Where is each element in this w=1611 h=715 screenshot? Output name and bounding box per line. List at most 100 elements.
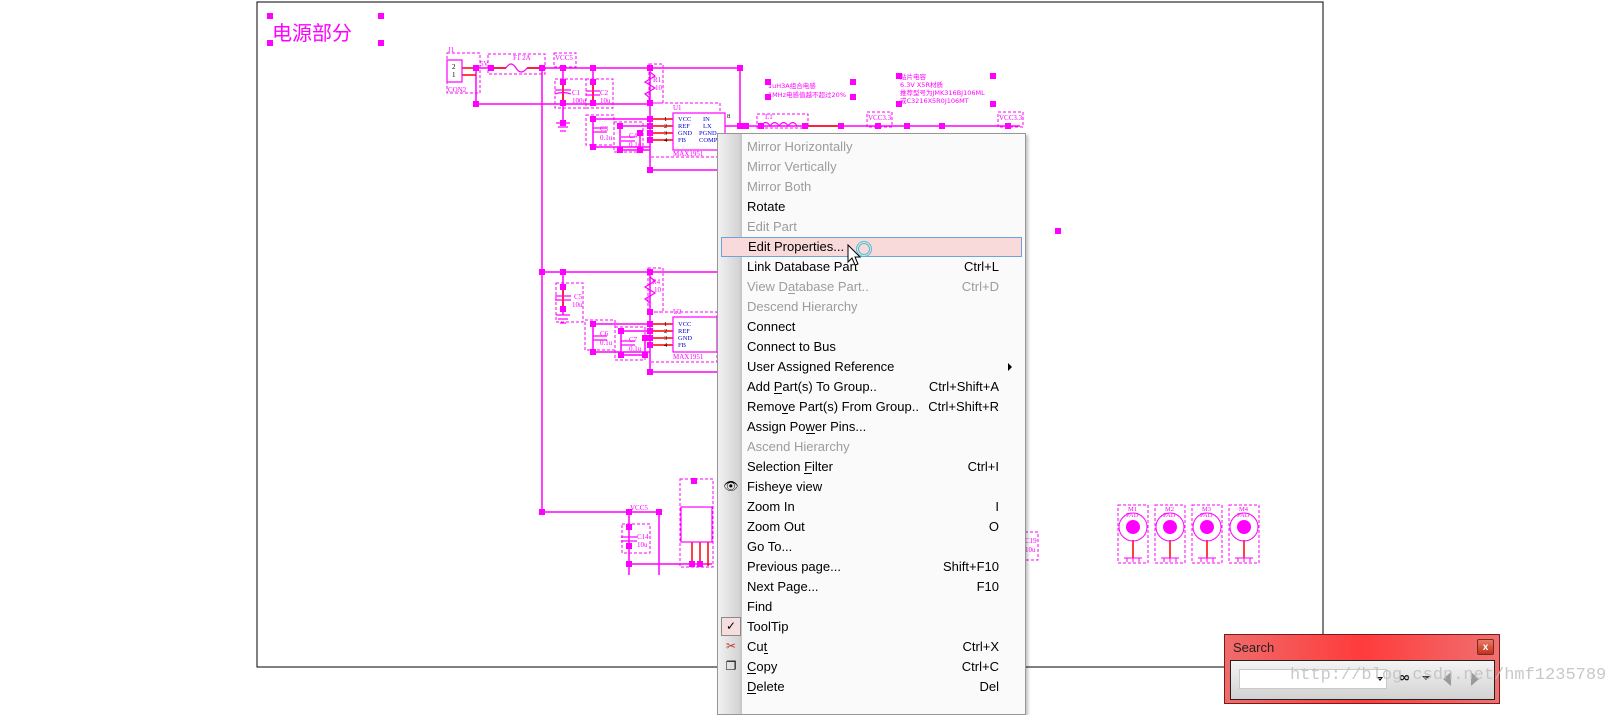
menu-item-user-assigned-reference[interactable]: User Assigned Reference (721, 357, 1022, 377)
vcc33-label-2: VCC3.3 (999, 114, 1023, 122)
junction-node (939, 123, 945, 129)
menu-item-copy[interactable]: ❐ Copy Ctrl+C (721, 657, 1022, 677)
c4-ref: C4 (629, 132, 638, 140)
capacitor-note-line4[interactable]: 或C3216X5R0J106MT (900, 96, 969, 105)
menu-item-descend-hierarchy[interactable]: Descend Hierarchy (721, 297, 1022, 317)
section-title[interactable]: 电源部分 (272, 21, 352, 45)
menu-item-ascend-hierarchy[interactable]: Ascend Hierarchy (721, 437, 1022, 457)
vcc5-label: VCC5 (555, 54, 573, 62)
mnemonic-underline (773, 393, 783, 394)
menu-item-add-part-s-to-group[interactable]: Add Part(s) To Group.. Ctrl+Shift+A (721, 377, 1022, 397)
scissors-icon: ✂ (725, 639, 737, 653)
junction-node (737, 65, 743, 71)
menu-item-cut[interactable]: ✂ Cut Ctrl+X (721, 637, 1022, 657)
menu-item-selection-filter[interactable]: Selection Filter Ctrl+I (721, 457, 1022, 477)
menu-item-shortcut: Ctrl+L (963, 259, 999, 274)
junction-node (560, 79, 566, 85)
menu-item-connect[interactable]: Connect (721, 317, 1022, 337)
junction-node (697, 561, 703, 567)
close-button[interactable]: x (1477, 639, 1494, 655)
junction-node (539, 269, 545, 275)
u1-pin-in: IN (703, 116, 710, 123)
capacitor-note-line2[interactable]: 6.3V X5R材质 (900, 80, 943, 89)
menu-item-delete[interactable]: Delete Del (721, 677, 1022, 697)
menu-item-view-database-part[interactable]: View Database Part.. Ctrl+D (721, 277, 1022, 297)
junction-node (647, 116, 653, 122)
c14-value: 10u (637, 541, 648, 549)
mnemonic-underline (804, 473, 813, 474)
menu-item-go-to[interactable]: Go To... (721, 537, 1022, 557)
junction-node (618, 352, 624, 358)
inductor-note-line2[interactable]: 1MHz电感值越不超过20% (768, 90, 846, 99)
menu-item-mirror-horizontally[interactable]: Mirror Horizontally (721, 137, 1022, 157)
menu-item-label: Zoom Out (747, 519, 805, 534)
junction-node (617, 123, 623, 129)
mnemonic-underline (747, 673, 757, 674)
menu-item-assign-power-pins[interactable]: Assign Power Pins... (721, 417, 1022, 437)
junction-node (473, 101, 479, 107)
net-5v: 5V (480, 60, 489, 68)
r1-ref: R1 (653, 76, 662, 84)
j1-ref: J1 (448, 46, 455, 54)
menu-item-shortcut: Ctrl+I (967, 459, 999, 474)
u1-pin-gnd: GND (678, 130, 692, 137)
menu-item-label: Next Page... (747, 579, 819, 594)
menu-item-edit-part[interactable]: Edit Part (721, 217, 1022, 237)
c1-value: 100u (572, 97, 587, 105)
junction-node (656, 509, 662, 515)
menu-item-shortcut: I (995, 499, 999, 514)
l1-ref: L1 (765, 113, 773, 121)
u1-ref: U1 (673, 104, 682, 112)
junction-node (642, 352, 648, 358)
junction-node (473, 65, 479, 71)
menu-item-zoom-in[interactable]: Zoom In I (721, 497, 1022, 517)
capacitor-note-line1[interactable]: 贴片电容 (900, 72, 927, 81)
u1-pin-fb: FB (678, 137, 687, 144)
u2-ref: U2 (673, 308, 682, 316)
u1-pin-num-2: 2 (664, 123, 667, 130)
menu-item-rotate[interactable]: Rotate (721, 197, 1022, 217)
menu-item-zoom-out[interactable]: Zoom Out O (721, 517, 1022, 537)
junction-node (1005, 123, 1011, 129)
c2-value: 10u (600, 97, 611, 105)
mnemonic-underline (747, 693, 757, 694)
junction-node (647, 369, 653, 375)
checkmark-icon: ✓ (721, 617, 741, 636)
u1-part: MAX1951 (673, 150, 704, 158)
junction-node (802, 123, 808, 129)
capacitor-note-line3[interactable]: 推荐型号为JMK316BJ106ML (900, 88, 985, 97)
menu-item-fisheye-view[interactable]: 👁 Fisheye view (721, 477, 1022, 497)
junction-node (691, 478, 697, 484)
menu-item-label: Descend Hierarchy (747, 299, 858, 314)
junction-node (647, 65, 653, 71)
menu-item-label: Selection Filter (747, 459, 833, 474)
menu-item-connect-to-bus[interactable]: Connect to Bus (721, 337, 1022, 357)
u2-part: MAX1951 (673, 353, 704, 361)
c1-ref: C1 (572, 89, 581, 97)
junction-node (904, 123, 910, 129)
junction-node (647, 269, 653, 275)
pad-label: PAD (1200, 512, 1213, 519)
u1-pin-lx: LX (703, 123, 712, 130)
menu-item-find[interactable]: Find (721, 597, 1022, 617)
menu-item-tooltip[interactable]: ✓ ToolTip (721, 617, 1022, 637)
menu-item-remove-part-s-from-group[interactable]: Remove Part(s) From Group.. Ctrl+Shift+R (721, 397, 1022, 417)
menu-item-label: View Database Part.. (747, 279, 869, 294)
search-panel-title: Search (1233, 640, 1275, 655)
menu-item-mirror-both[interactable]: Mirror Both (721, 177, 1022, 197)
junction-node (590, 79, 596, 85)
junction-node (737, 123, 743, 129)
menu-item-next-page[interactable]: Next Page... F10 (721, 577, 1022, 597)
c4-value: 0.1u (629, 141, 642, 149)
u1-pin-num-1: 1 (664, 116, 667, 123)
menu-item-mirror-vertically[interactable]: Mirror Vertically (721, 157, 1022, 177)
u2-pin-num-2: 2 (664, 328, 667, 335)
junction-node (560, 65, 566, 71)
menu-item-label: Go To... (747, 539, 793, 554)
inductor-note-line1[interactable]: 1uH3A组合电感 (768, 81, 816, 90)
menu-item-previous-page[interactable]: Previous page... Shift+F10 (721, 557, 1022, 577)
menu-item-label: Mirror Vertically (747, 159, 837, 174)
junction-node (560, 100, 566, 106)
junction-node (590, 144, 596, 150)
mnemonic-underline (781, 413, 789, 414)
